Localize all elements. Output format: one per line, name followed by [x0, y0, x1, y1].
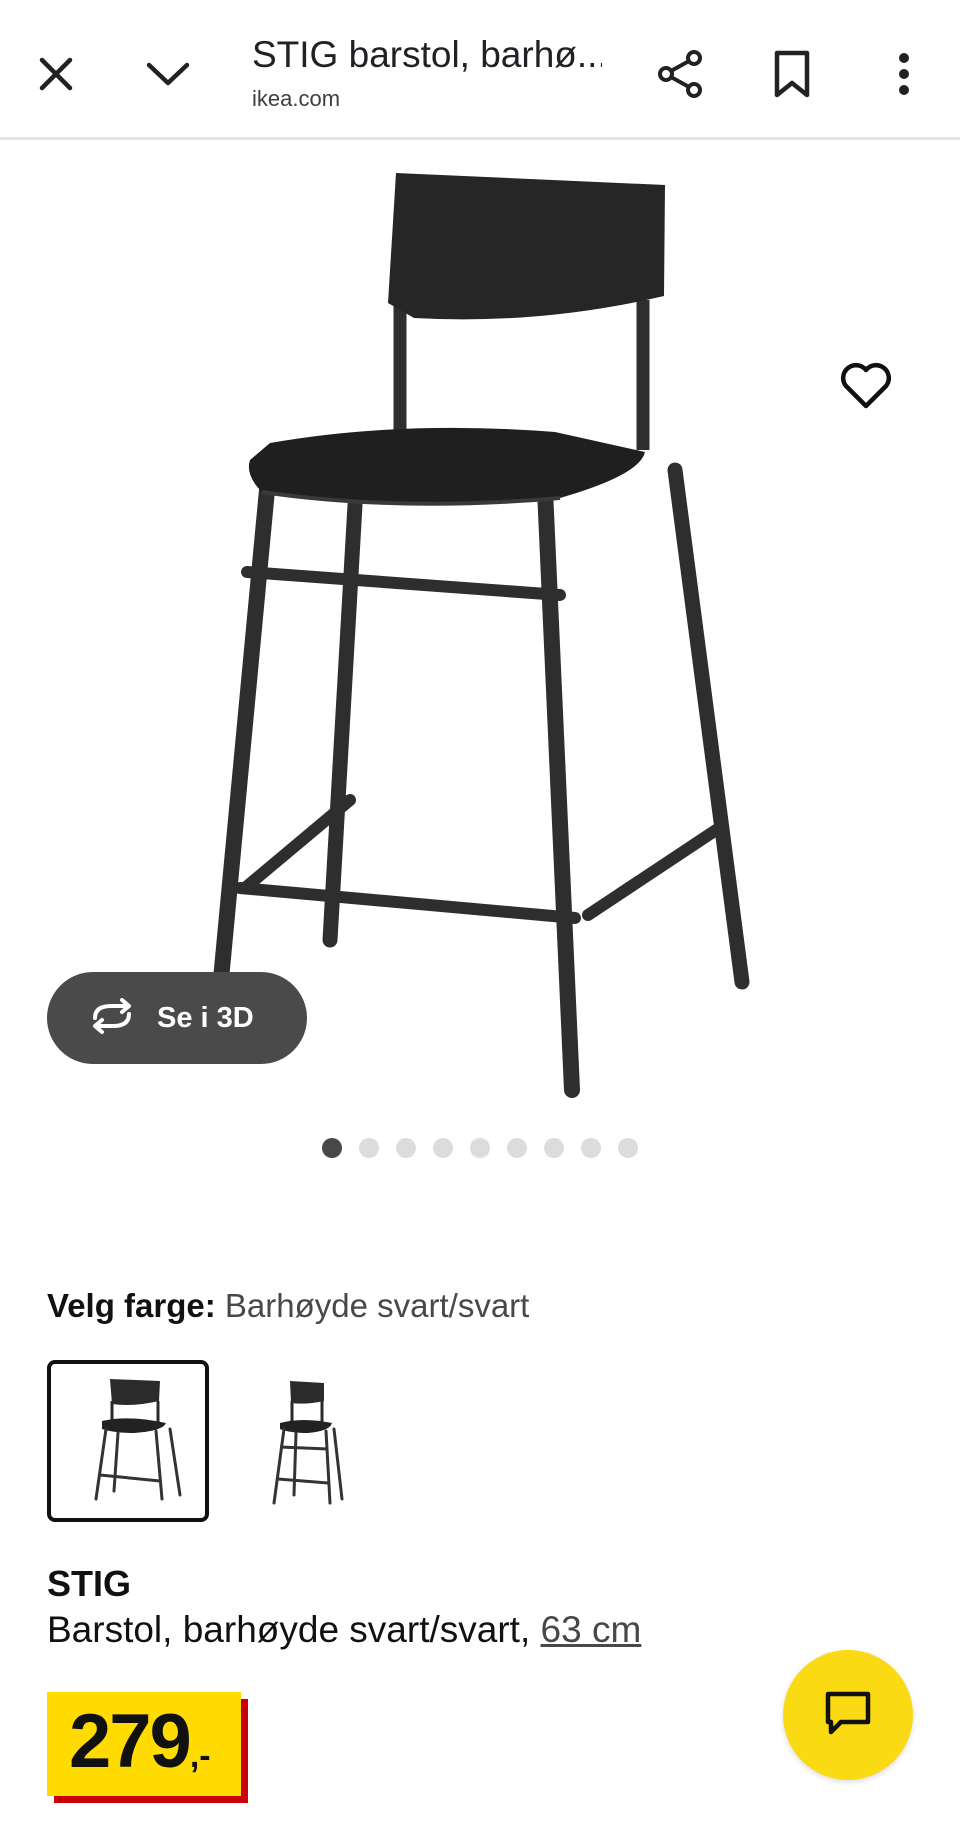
- carousel-indicator: [0, 1138, 960, 1158]
- price-tag: 279 ,-: [47, 1692, 241, 1796]
- custom-tab-toolbar: STIG barstol, barhø... ikea.com: [0, 0, 960, 140]
- page-title[interactable]: STIG barstol, barhø...: [252, 34, 602, 76]
- color-option-selected[interactable]: [47, 1360, 209, 1522]
- price-value: 279: [69, 1699, 192, 1784]
- carousel-dot[interactable]: [433, 1138, 453, 1158]
- carousel-dot[interactable]: [470, 1138, 490, 1158]
- page-domain[interactable]: ikea.com: [252, 86, 340, 112]
- size-link[interactable]: 63 cm: [541, 1609, 642, 1650]
- product-image-carousel[interactable]: [0, 140, 960, 1100]
- product-image: [207, 173, 750, 1098]
- carousel-dot[interactable]: [581, 1138, 601, 1158]
- carousel-dot[interactable]: [618, 1138, 638, 1158]
- chat-icon: [823, 1689, 873, 1742]
- view-3d-button[interactable]: Se i 3D: [47, 972, 307, 1064]
- price-suffix: ,-: [189, 1737, 211, 1775]
- carousel-dot[interactable]: [544, 1138, 564, 1158]
- chat-button[interactable]: [783, 1650, 913, 1780]
- more-vert-icon[interactable]: [874, 44, 934, 104]
- rotate-3d-icon: [87, 997, 137, 1039]
- color-label: Velg farge:: [47, 1287, 216, 1324]
- color-option[interactable]: [219, 1360, 381, 1522]
- close-icon[interactable]: [26, 44, 86, 104]
- color-value: Barhøyde svart/svart: [224, 1287, 530, 1324]
- share-icon[interactable]: [650, 44, 710, 104]
- bookmark-icon[interactable]: [762, 44, 822, 104]
- carousel-dot[interactable]: [507, 1138, 527, 1158]
- product-type: Barstol, barhøyde svart/svart,: [47, 1609, 531, 1650]
- product-description: Barstol, barhøyde svart/svart, 63 cm: [47, 1609, 641, 1651]
- color-selector-label: Velg farge: Barhøyde svart/svart: [47, 1287, 529, 1325]
- carousel-dot[interactable]: [322, 1138, 342, 1158]
- stool-thumbnail: [94, 1379, 182, 1501]
- carousel-dot[interactable]: [396, 1138, 416, 1158]
- carousel-dot[interactable]: [359, 1138, 379, 1158]
- stool-thumbnail: [272, 1381, 344, 1505]
- view-3d-label: Se i 3D: [157, 1001, 254, 1034]
- favorite-heart-icon[interactable]: [836, 356, 896, 416]
- chevron-down-icon[interactable]: [138, 44, 198, 104]
- product-name: STIG: [47, 1563, 132, 1604]
